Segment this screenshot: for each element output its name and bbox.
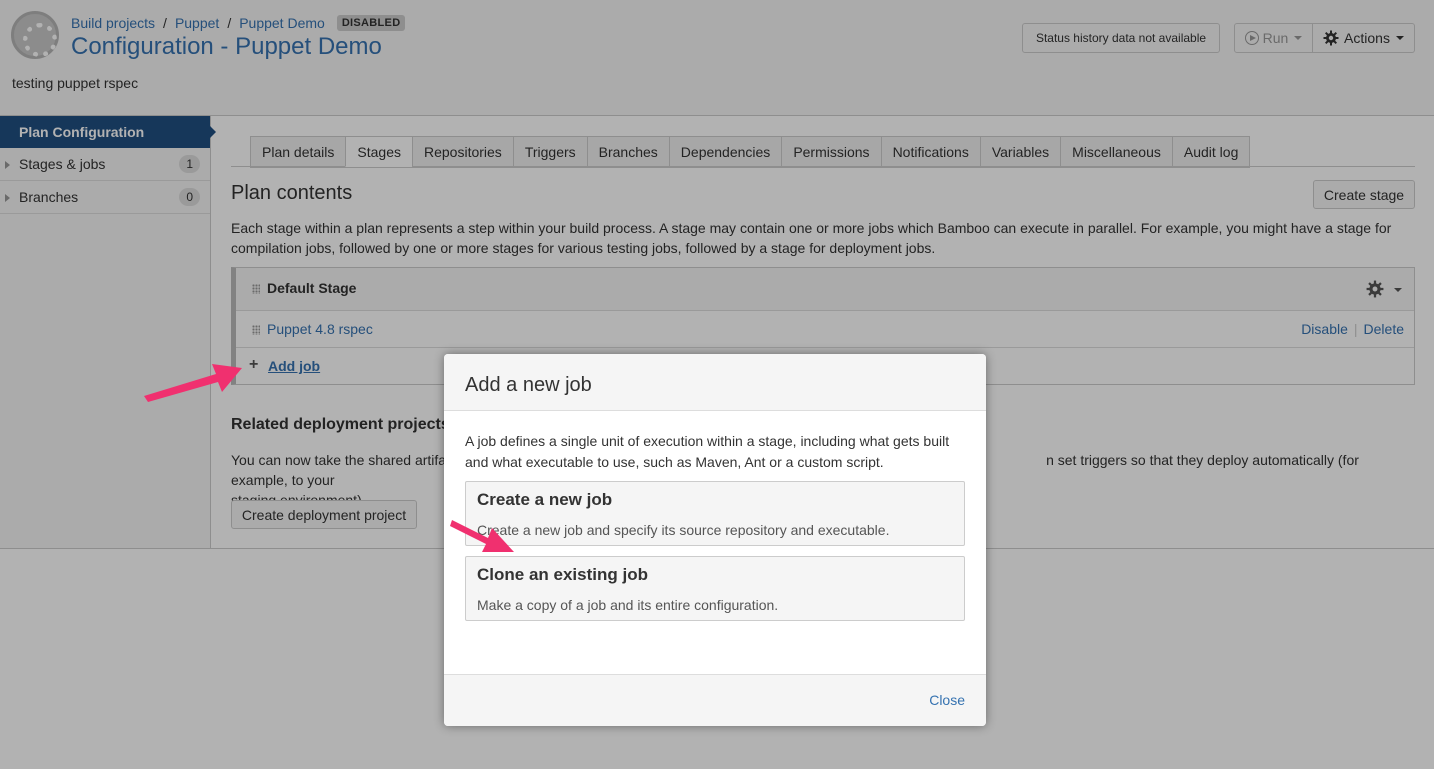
annotation-arrow-icon (450, 520, 514, 552)
add-job-dialog: Add a new job A job defines a single uni… (444, 354, 986, 726)
option-title: Create a new job (477, 490, 613, 509)
annotation-arrow-icon (144, 364, 242, 402)
create-new-job-option[interactable]: Create a new job Create a new job and sp… (465, 481, 965, 546)
dialog-header: Add a new job (444, 354, 986, 411)
dialog-title: Add a new job (465, 374, 592, 396)
option-title: Clone an existing job (477, 565, 648, 584)
close-dialog-link[interactable]: Close (929, 692, 965, 708)
clone-existing-job-option[interactable]: Clone an existing job Make a copy of a j… (465, 556, 965, 621)
option-description: Make a copy of a job and its entire conf… (477, 597, 779, 613)
option-description: Create a new job and specify its source … (477, 522, 890, 538)
dialog-description: A job defines a single unit of execution… (465, 433, 950, 470)
dialog-footer: Close (444, 674, 986, 726)
